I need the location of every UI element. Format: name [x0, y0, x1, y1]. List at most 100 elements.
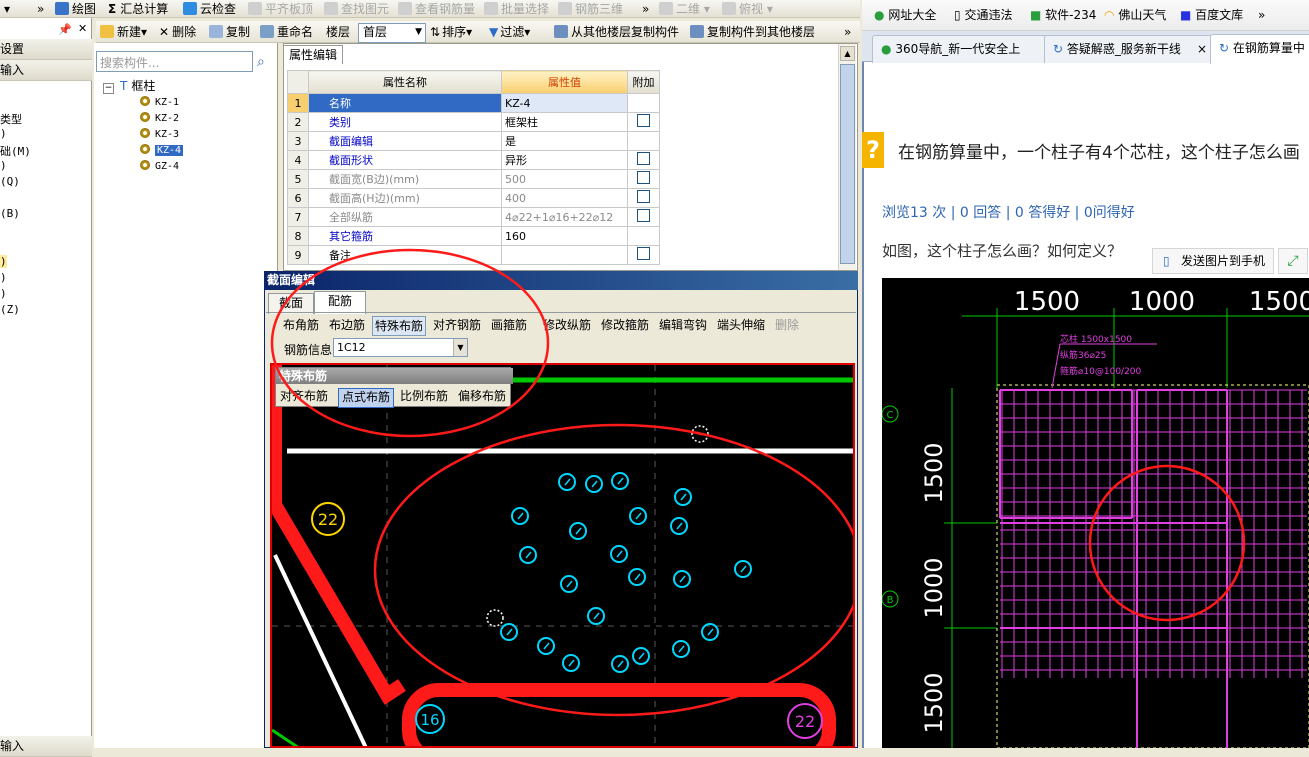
- rename-button[interactable]: 重命名: [260, 24, 313, 40]
- browser-tab-label: 360导航_新一代安全上: [895, 42, 1021, 56]
- overflow-chevron-icon[interactable]: »: [37, 1, 44, 17]
- pin-icon[interactable]: 📌: [58, 23, 72, 36]
- copy-from-floor-label: 从其他楼层复制构件: [571, 25, 680, 39]
- property-value[interactable]: 框架柱: [501, 112, 628, 132]
- batch-select-button[interactable]: 批量选择: [484, 1, 549, 17]
- scroll-up-arrow-icon[interactable]: ▲: [840, 46, 855, 61]
- module-item[interactable]: ): [0, 287, 7, 300]
- module-item[interactable]: (B): [0, 207, 20, 220]
- tree-item-kz2[interactable]: KZ-2: [140, 112, 179, 125]
- overflow-chevron-icon[interactable]: »: [642, 1, 649, 17]
- tree-item-kz4[interactable]: KZ-4: [140, 144, 184, 157]
- extra-checkbox[interactable]: [637, 190, 650, 203]
- property-value[interactable]: KZ-4: [501, 93, 628, 113]
- input-footer[interactable]: 输入: [0, 736, 92, 757]
- view-2d-select[interactable]: 二维 ▾: [659, 1, 710, 17]
- search-input[interactable]: 搜索构件...: [96, 51, 253, 72]
- rebar-3d-button[interactable]: 钢筋三维: [558, 1, 623, 17]
- refresh-icon: ↻: [1219, 41, 1230, 55]
- module-item[interactable]: (Z): [0, 303, 20, 316]
- search-icon[interactable]: ⌕: [257, 54, 265, 70]
- overflow-chevron-icon[interactable]: »: [844, 24, 851, 40]
- copy-button[interactable]: 复制: [209, 24, 250, 40]
- input-header[interactable]: 输入: [0, 60, 92, 81]
- module-item[interactable]: ): [0, 127, 7, 140]
- edit-hook-button[interactable]: 编辑弯钩: [659, 316, 707, 334]
- settings-header[interactable]: 设置: [0, 39, 92, 60]
- module-item[interactable]: (Q): [0, 175, 20, 188]
- property-row[interactable]: 5 截面宽(B边)(mm) 500: [287, 169, 660, 189]
- bookmark-item[interactable]: ◠ 佛山天气: [1104, 7, 1166, 23]
- tree-item-gz4[interactable]: GZ-4: [140, 160, 179, 173]
- bookmark-item[interactable]: ▯ 交通违法: [954, 7, 1012, 23]
- copy-from-floor-button[interactable]: 从其他楼层复制构件: [554, 24, 679, 40]
- close-icon[interactable]: ×: [1197, 36, 1207, 62]
- scroll-thumb[interactable]: [840, 64, 855, 264]
- property-extra: [627, 169, 660, 189]
- core-rebar-tick: [543, 642, 550, 650]
- property-row[interactable]: 1 名称 KZ-4: [287, 93, 660, 113]
- extra-checkbox[interactable]: [637, 171, 650, 184]
- col-header-name[interactable]: 属性名称: [308, 70, 502, 94]
- extra-checkbox[interactable]: [637, 209, 650, 222]
- bookmark-item[interactable]: ● 网址大全: [874, 7, 936, 23]
- overflow-chevron-icon[interactable]: »: [1258, 7, 1265, 23]
- tree-item-kz1[interactable]: KZ-1: [140, 96, 179, 109]
- property-row[interactable]: 4 截面形状 异形: [287, 150, 660, 170]
- core-rebar-tick: [680, 493, 687, 501]
- delete-button[interactable]: ✕ 删除: [159, 24, 196, 40]
- property-value[interactable]: 500: [501, 169, 628, 189]
- browser-tab[interactable]: ● 360导航_新一代安全上: [872, 35, 1048, 63]
- modify-stirrup-button[interactable]: 修改箍筋: [601, 316, 649, 334]
- property-row[interactable]: 6 截面高(H边)(mm) 400: [287, 188, 660, 208]
- send-to-phone-button[interactable]: ▯ 发送图片到手机: [1152, 248, 1274, 274]
- extra-checkbox[interactable]: [637, 152, 650, 165]
- browser-tab-strip: ● 360导航_新一代安全上 ↻ 答疑解惑_服务新干线 × ↻ 在钢筋算量中: [862, 31, 1309, 64]
- property-value[interactable]: 是: [501, 131, 628, 151]
- browser-tab[interactable]: ↻ 答疑解惑_服务新干线 ×: [1044, 35, 1214, 63]
- module-item[interactable]: ): [0, 159, 7, 172]
- extra-checkbox[interactable]: [637, 247, 650, 260]
- new-button[interactable]: 新建▾: [100, 24, 147, 40]
- property-row[interactable]: 2 类别 框架柱: [287, 112, 660, 132]
- dim-side-2: 1000: [920, 557, 948, 618]
- copy-to-floor-button[interactable]: 复制构件到其他楼层: [690, 24, 815, 40]
- module-item[interactable]: 础(M): [0, 143, 31, 159]
- browser-tab-active[interactable]: ↻ 在钢筋算量中: [1210, 34, 1309, 64]
- top-view-select[interactable]: 俯视 ▾: [722, 1, 773, 17]
- summary-calc-button[interactable]: Σ 汇总计算: [108, 1, 168, 17]
- filter-button[interactable]: ▼ 过滤▾: [489, 24, 530, 40]
- property-value[interactable]: 400: [501, 188, 628, 208]
- property-row[interactable]: 7 全部纵筋 4⌀22+1⌀16+22⌀12: [287, 207, 660, 227]
- module-item-selected[interactable]: ): [0, 255, 7, 268]
- property-value[interactable]: 异形: [501, 150, 628, 170]
- extra-checkbox[interactable]: [637, 114, 650, 127]
- flush-slab-top-button[interactable]: 平齐板顶: [248, 1, 313, 17]
- cloud-check-button[interactable]: 云检查: [183, 1, 236, 17]
- tree-item-kz3[interactable]: KZ-3: [140, 128, 179, 141]
- property-value[interactable]: 4⌀22+1⌀16+22⌀12: [501, 207, 628, 227]
- property-extra: [627, 150, 660, 170]
- view-rebar-button[interactable]: 查看钢筋量: [398, 1, 475, 17]
- module-item[interactable]: ): [0, 271, 7, 284]
- dropdown-arrow-icon[interactable]: ▾: [4, 1, 10, 17]
- tab-property-edit[interactable]: 属性编辑: [283, 45, 343, 64]
- draw-button[interactable]: 绘图: [55, 1, 96, 17]
- delete-rebar-button[interactable]: 删除: [775, 316, 799, 334]
- col-header-value[interactable]: 属性值: [501, 70, 628, 94]
- floor-select[interactable]: 首层 ▼: [358, 23, 426, 43]
- tree-root[interactable]: − T 框柱: [103, 80, 155, 94]
- close-icon[interactable]: ✕: [78, 22, 87, 35]
- sort-button[interactable]: ⇅ 排序▾: [430, 24, 472, 40]
- property-scrollbar[interactable]: ▲: [838, 44, 856, 270]
- bookmark-item[interactable]: ■ 百度文库: [1180, 7, 1243, 23]
- property-extra: [627, 245, 660, 265]
- bookmark-item[interactable]: ■ 软件-234: [1030, 7, 1096, 23]
- col-header-extra[interactable]: 附加: [627, 70, 660, 94]
- end-stretch-button[interactable]: 端头伸缩: [717, 316, 765, 334]
- find-element-button[interactable]: 查找图元: [324, 1, 389, 17]
- expand-icon[interactable]: ⤢: [1278, 248, 1308, 274]
- property-row[interactable]: 3 截面编辑是: [287, 131, 660, 151]
- collapse-icon[interactable]: −: [103, 83, 114, 94]
- module-item[interactable]: 类型: [0, 111, 22, 127]
